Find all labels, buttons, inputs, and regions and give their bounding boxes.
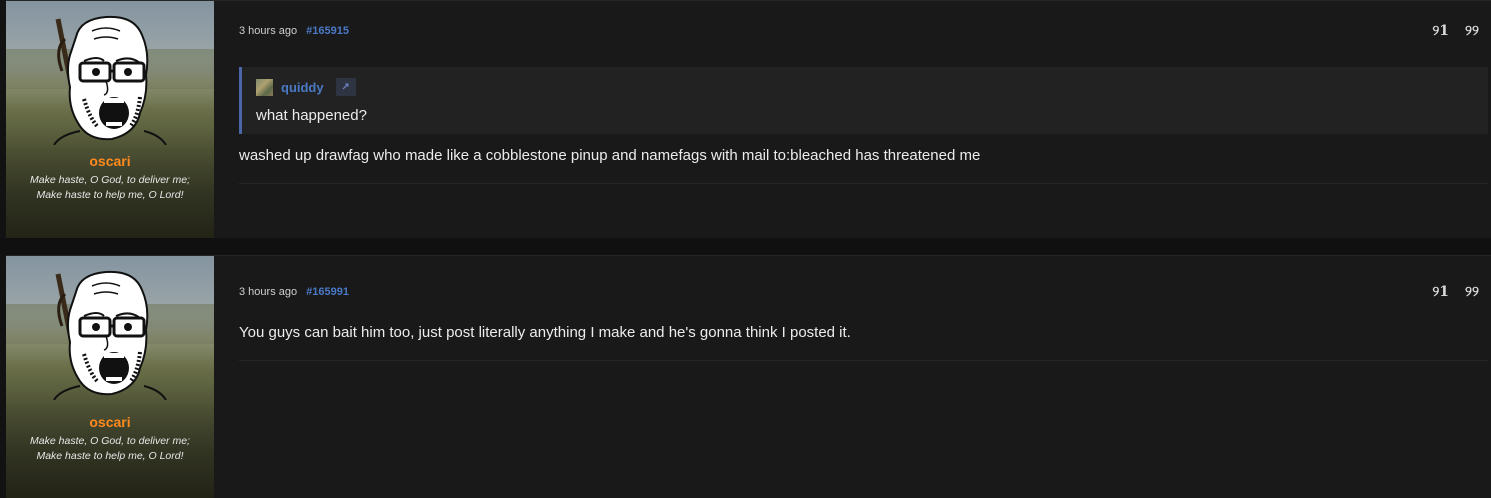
post-meta: 3 hours ago #165915 [239,25,349,37]
quote-text: what happened? [256,107,367,124]
post-meta: 3 hours ago #165991 [239,286,349,298]
quote-author-name[interactable]: quiddy [281,80,324,95]
quoted-post[interactable]: quiddy ↗ what happened? [239,67,1488,134]
username[interactable]: oscari [6,414,214,430]
post-actions: ୨1 ୨୨ [1432,23,1479,39]
quote-icon[interactable]: ୨୨ [1465,23,1479,39]
post-divider [239,360,1488,361]
user-title: Make haste, O God, to deliver me; Make h… [30,435,190,462]
reply-icon[interactable]: ୨1 [1432,284,1449,300]
reply-icon[interactable]: ୨1 [1432,23,1449,39]
user-title: Make haste, O God, to deliver me; Make h… [30,174,190,201]
post-actions: ୨1 ୨୨ [1432,284,1479,300]
username[interactable]: oscari [6,153,214,169]
post-time[interactable]: 3 hours ago [239,286,297,298]
user-sidebar: oscari Make haste, O God, to deliver me;… [6,1,214,239]
post-body: washed up drawfag who made like a cobble… [239,147,981,164]
post: oscari Make haste, O God, to deliver me;… [6,0,1491,240]
external-link-icon[interactable]: ↗ [335,78,356,96]
post-separator [0,238,1491,255]
user-sidebar: oscari Make haste, O God, to deliver me;… [6,256,214,498]
post-divider [239,183,1488,184]
post-body: You guys can bait him too, just post lit… [239,324,851,341]
quote-icon[interactable]: ୨୨ [1465,284,1479,300]
post-number[interactable]: #165991 [306,286,349,298]
avatar[interactable] [40,9,172,145]
post: oscari Make haste, O God, to deliver me;… [6,255,1491,498]
post-number[interactable]: #165915 [306,25,349,37]
post-time[interactable]: 3 hours ago [239,25,297,37]
quote-author: quiddy ↗ [256,78,356,96]
avatar[interactable] [40,264,172,400]
quote-avatar[interactable] [256,78,273,96]
